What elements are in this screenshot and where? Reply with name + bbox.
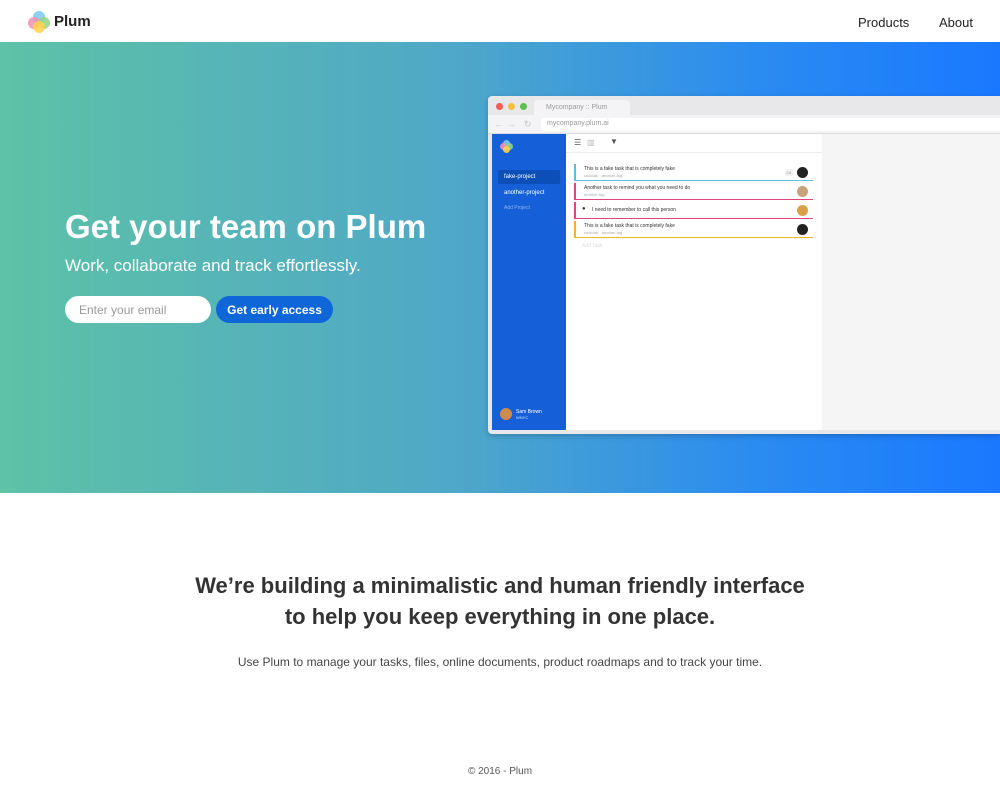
list-view-icon: ☰	[574, 138, 582, 147]
mockup-user-avatar	[500, 408, 512, 420]
mockup-divider	[566, 152, 822, 153]
mockup-task-badge: 2d	[784, 169, 793, 176]
nav-link-about[interactable]: About	[939, 15, 973, 30]
browser-url-bar: mycompany.plum.ai	[541, 118, 1000, 131]
window-maximize-dot	[520, 103, 527, 110]
plum-logo-icon[interactable]	[28, 11, 50, 33]
get-early-access-button[interactable]: Get early access	[216, 296, 333, 323]
footer-copyright: © 2016 - Plum	[467, 766, 533, 777]
mockup-task-avatar	[797, 224, 808, 235]
mockup-task-avatar	[797, 167, 808, 178]
mockup-task-tags: another-tag	[584, 192, 605, 197]
mockup-task-title: This is a fake task that is completely f…	[584, 166, 675, 172]
window-minimize-dot	[508, 103, 515, 110]
mockup-task: ● I need to remember to call this person	[574, 202, 813, 219]
browser-tab: Mycompany :: Plum	[534, 100, 630, 115]
mockup-task-tags: radiolab · another-tag	[584, 230, 623, 235]
lock-icon: ●	[582, 206, 586, 212]
description: Use Plum to manage your tasks, files, on…	[237, 655, 763, 669]
top-nav: Plum Products About	[0, 0, 1000, 42]
app-screenshot-mockup: Mycompany :: Plum ← → ↻ mycompany.plum.a…	[488, 96, 1000, 434]
mockup-task: This is a fake task that is completely f…	[574, 221, 813, 238]
forward-arrow-icon: →	[507, 119, 516, 129]
mockup-logo-icon	[500, 140, 513, 153]
mockup-project-item: fake-project	[498, 170, 560, 184]
hero-section: Get your team on Plum Work, collaborate …	[0, 42, 1000, 493]
filter-icon: ▼	[610, 137, 618, 146]
mockup-sidebar: fake-project another-project Add Project…	[492, 134, 566, 430]
brand-name[interactable]: Plum	[54, 13, 91, 30]
mockup-task-avatar	[797, 205, 808, 216]
reload-icon: ↻	[524, 119, 532, 129]
mockup-task: This is a fake task that is completely f…	[574, 164, 813, 181]
mockup-app-content: fake-project another-project Add Project…	[492, 134, 1000, 430]
mockup-project-item: another-project	[504, 190, 545, 196]
mockup-task-tags: radiolab · another-tag	[584, 173, 623, 178]
window-close-dot	[496, 103, 503, 110]
mockup-task-title: This is a fake task that is completely f…	[584, 223, 675, 229]
mockup-task-avatar	[797, 186, 808, 197]
nav-link-products[interactable]: Products	[858, 15, 909, 30]
mockup-task-title: Another task to remind you what you need…	[584, 185, 691, 191]
back-arrow-icon: ←	[494, 119, 503, 129]
browser-toolbar: ← → ↻ mycompany.plum.ai	[488, 115, 1000, 134]
hero-subtitle: Work, collaborate and track effortlessly…	[65, 256, 361, 275]
mockup-detail-pane	[822, 134, 1000, 430]
headline-line-1: We’re building a minimalistic and human …	[195, 573, 805, 598]
board-view-icon: ▥	[587, 138, 595, 147]
mockup-task: Another task to remind you what you need…	[574, 183, 813, 200]
headline: We’re building a minimalistic and human …	[0, 570, 1000, 632]
mockup-task-title: I need to remember to call this person	[592, 207, 676, 213]
mockup-add-project: Add Project	[504, 205, 530, 211]
hero-title: Get your team on Plum	[65, 208, 427, 245]
mockup-user-org: WNYC	[516, 415, 529, 420]
email-input[interactable]	[65, 296, 211, 323]
mockup-add-task: Add Task	[582, 243, 603, 249]
headline-line-2: to help you keep everything in one place…	[284, 604, 716, 629]
